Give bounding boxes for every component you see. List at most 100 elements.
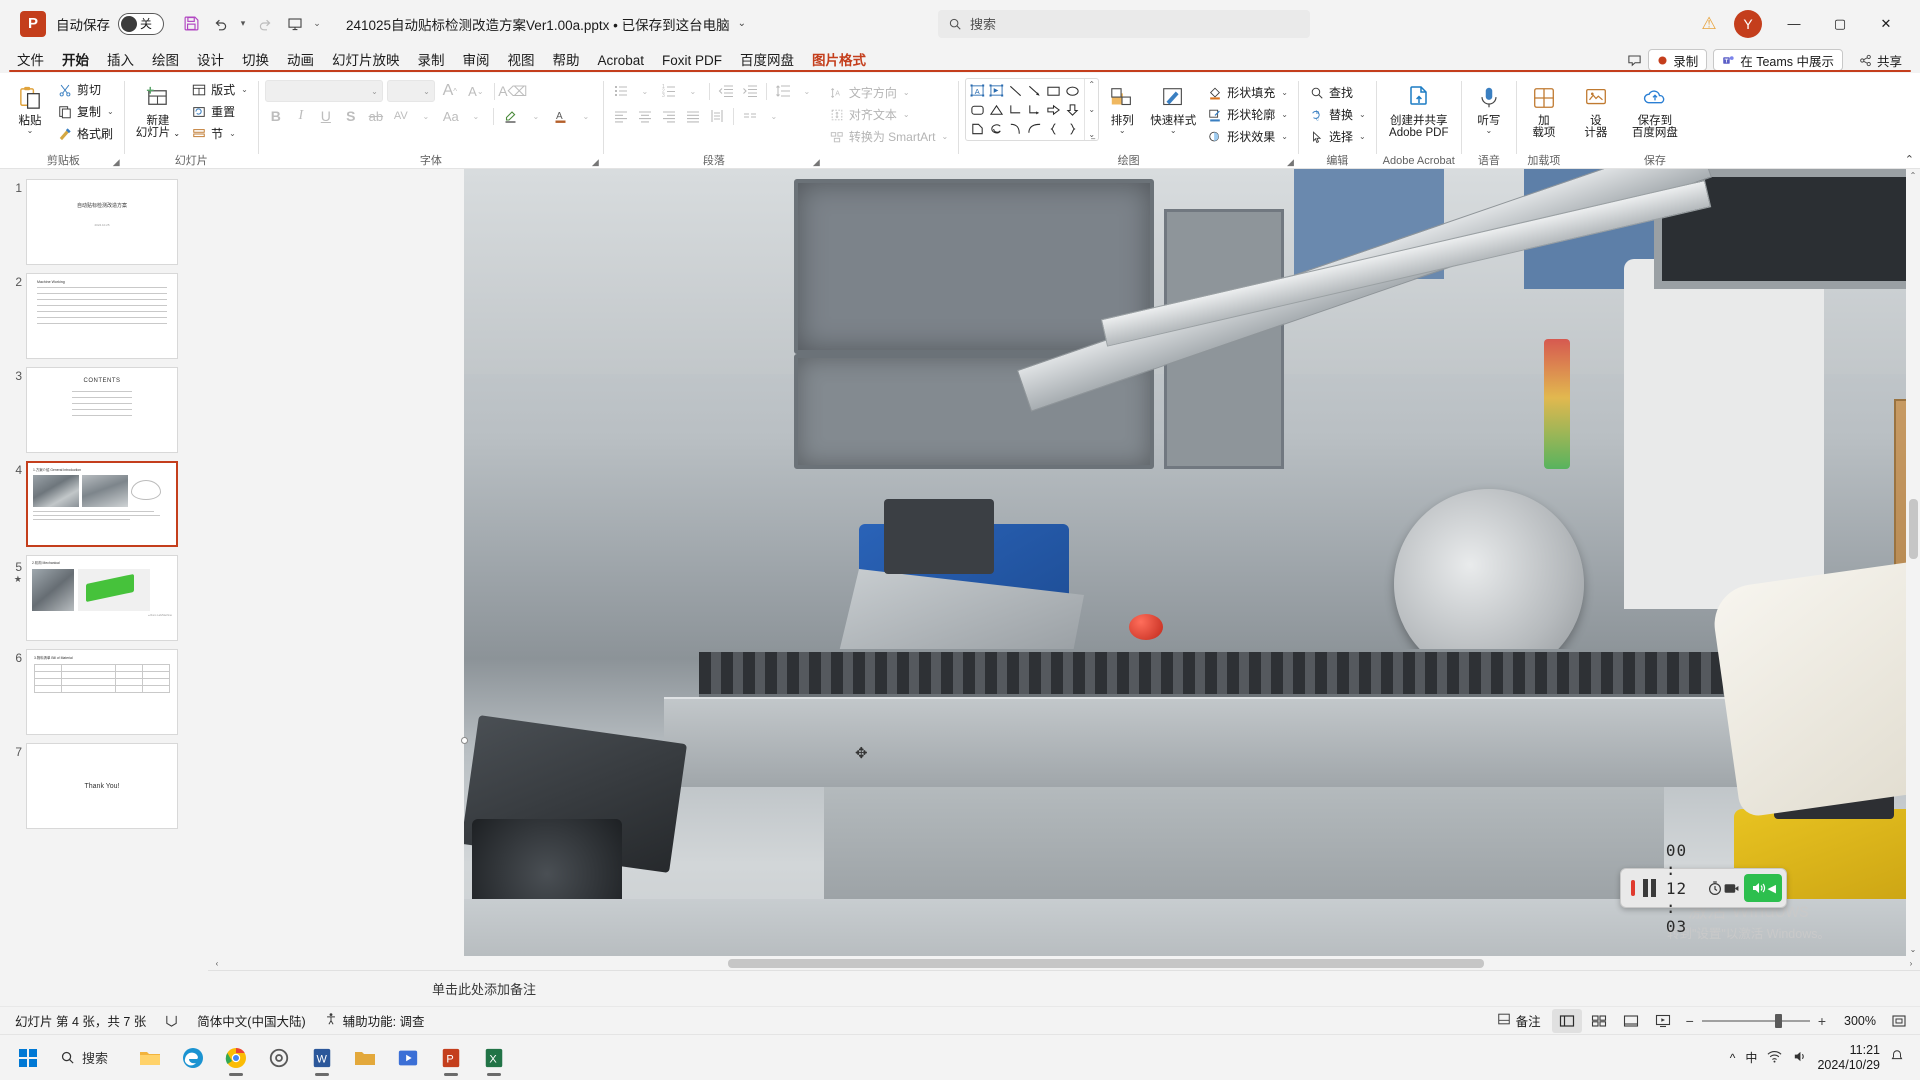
thumbnail-item-7[interactable]: 7 Thank You! <box>0 739 208 833</box>
pause-recording-icon[interactable] <box>1642 879 1656 897</box>
undo-icon[interactable] <box>206 9 236 39</box>
shape-outline-button[interactable]: 形状轮廓 ⌄ <box>1203 104 1292 125</box>
fit-to-window-icon[interactable] <box>1884 1009 1914 1033</box>
scroll-left-icon[interactable]: ‹ <box>210 959 224 968</box>
decrease-indent-icon[interactable] <box>715 80 737 102</box>
text-direction-button[interactable]: A 文字方向 ⌄ <box>825 82 952 103</box>
clear-formatting-icon[interactable]: A⌫ <box>498 80 527 102</box>
language-indicator[interactable]: 简体中文(中国大陆) <box>188 1009 314 1033</box>
save-to-baidu-netdisk-button[interactable]: 保存到 百度网盘 <box>1627 78 1683 139</box>
shape-outline-caret[interactable]: ⌄ <box>1281 110 1288 119</box>
quick-styles-caret[interactable]: ⌄ <box>1170 126 1177 135</box>
slide-sorter-icon[interactable] <box>1584 1009 1614 1033</box>
font-color-icon[interactable]: A <box>550 105 572 127</box>
textbox-shape[interactable]: A <box>968 81 987 100</box>
arrow-textbox-shape[interactable] <box>987 81 1006 100</box>
animation-star-icon[interactable]: ★ <box>4 574 22 585</box>
slide-show-icon[interactable] <box>1648 1009 1678 1033</box>
font-dialog-launcher[interactable]: ◢ <box>592 157 599 168</box>
slide-picture[interactable] <box>464 169 1920 956</box>
tray-chevron-icon[interactable]: ^ <box>1730 1051 1736 1065</box>
character-spacing-icon[interactable]: AV <box>390 105 412 127</box>
scroll-up-icon[interactable]: ⌃ <box>1906 171 1920 180</box>
folder-icon[interactable] <box>345 1038 385 1078</box>
notification-center-icon[interactable] <box>1890 1049 1904 1066</box>
rounded-rect-shape[interactable] <box>968 100 987 119</box>
zoom-knob[interactable] <box>1774 1013 1782 1028</box>
rectangle-shape[interactable] <box>1044 81 1063 100</box>
tab-picture-format[interactable]: 图片格式 <box>803 51 875 73</box>
right-block-arrow-shape[interactable] <box>1044 100 1063 119</box>
grow-font-icon[interactable]: A ^ <box>439 80 461 102</box>
scroll-right-icon[interactable]: › <box>1904 959 1918 968</box>
find-button[interactable]: 查找 <box>1305 82 1370 103</box>
shape-fill-caret[interactable]: ⌄ <box>1281 88 1288 97</box>
maximize-button[interactable]: ▢ <box>1818 6 1862 42</box>
record-button[interactable]: 录制 <box>1648 49 1708 71</box>
slide-vertical-scrollbar[interactable]: ⌃ ⌄ <box>1906 169 1920 956</box>
numbering-caret[interactable]: ⌄ <box>682 80 704 102</box>
text-direction-caret[interactable]: ⌄ <box>903 88 910 97</box>
numbering-icon[interactable]: 123 <box>658 80 680 102</box>
line-shape[interactable] <box>1006 81 1025 100</box>
line-spacing-icon[interactable] <box>772 80 794 102</box>
arrow-shape[interactable] <box>1025 81 1044 100</box>
avatar[interactable]: Y <box>1733 9 1762 38</box>
oval-shape[interactable] <box>1063 81 1082 100</box>
columns-icon[interactable] <box>739 105 761 127</box>
paste-caret[interactable]: ⌄ <box>27 126 34 135</box>
copy-caret[interactable]: ⌄ <box>107 107 114 116</box>
taskbar-clock[interactable]: 11:21 2024/10/29 <box>1817 1043 1880 1073</box>
arrange-button[interactable]: 排列 ⌄ <box>1101 78 1143 135</box>
slide-count[interactable]: 幻灯片 第 4 张，共 7 张 <box>6 1009 155 1033</box>
timer-icon[interactable] <box>1707 875 1723 901</box>
shrink-font-icon[interactable]: A ⌄ <box>465 80 487 102</box>
character-spacing-caret[interactable]: ⌄ <box>415 105 437 127</box>
notes-button[interactable]: 备注 <box>1488 1009 1550 1033</box>
thumbnail-1[interactable]: 自动贴标检测改造方案 2024.10.25 <box>26 179 178 265</box>
shapes-gallery-scrollbar[interactable]: ⌃ ⌄ ⌄̲ <box>1084 79 1098 140</box>
change-case-caret[interactable]: ⌄ <box>465 105 487 127</box>
undo-dropdown-caret[interactable]: ▾ <box>236 9 250 39</box>
spell-check-icon[interactable] <box>155 1009 188 1033</box>
text-highlight-icon[interactable] <box>500 105 522 127</box>
quick-styles-button[interactable]: 快速样式 ⌄ <box>1145 78 1201 135</box>
right-brace-shape[interactable] <box>1063 119 1082 138</box>
thumbnail-3[interactable]: CONTENTS <box>26 367 178 453</box>
thumbnail-item-4[interactable]: 4 1.方案介绍 General Introduction <box>0 457 208 551</box>
shape-effects-caret[interactable]: ⌄ <box>1281 132 1288 141</box>
justify-icon[interactable] <box>682 105 704 127</box>
taskbar-search[interactable]: 搜索 <box>48 1042 120 1074</box>
shapes-more-icon[interactable]: ⌄̲ <box>1085 130 1098 139</box>
thumbnail-5[interactable]: 2.机构 Mechanical ● Runs Lab/Machine <box>26 555 178 641</box>
settings-icon[interactable] <box>259 1038 299 1078</box>
start-presentation-icon[interactable] <box>280 9 310 39</box>
stop-recording-icon[interactable] <box>1631 880 1635 896</box>
autosave-toggle[interactable]: 关 <box>118 12 164 35</box>
dictate-caret[interactable]: ⌄ <box>1485 126 1492 135</box>
windows-start-icon[interactable] <box>8 1038 48 1078</box>
shape-fill-button[interactable]: 形状填充 ⌄ <box>1203 82 1292 103</box>
strikethrough-icon[interactable]: ab <box>365 105 387 127</box>
powerpoint-icon[interactable]: P <box>431 1038 471 1078</box>
thumbnail-7[interactable]: Thank You! <box>26 743 178 829</box>
elbow-arrow-shape[interactable] <box>1025 100 1044 119</box>
replace-button[interactable]: bc 替换 ⌄ <box>1305 104 1370 125</box>
notes-pane[interactable]: 单击此处添加备注 <box>208 970 1920 1006</box>
recording-toolbar[interactable]: 00 : 12 : 03 ◀ <box>1620 841 1787 936</box>
camera-icon[interactable] <box>1723 875 1740 901</box>
down-block-arrow-shape[interactable] <box>1063 100 1082 119</box>
font-name-combo[interactable]: ⌄ <box>264 80 383 102</box>
edge-icon[interactable] <box>173 1038 213 1078</box>
thumbnail-item-3[interactable]: 3 CONTENTS <box>0 363 208 457</box>
document-title[interactable]: 241025自动贴标检测改造方案Ver1.00a.pptx • 已保存到这台电脑 <box>346 14 730 34</box>
scribble-shape[interactable] <box>987 119 1006 138</box>
document-title-caret[interactable]: ⌄ <box>738 18 746 29</box>
elbow-connector-shape[interactable] <box>1006 100 1025 119</box>
present-in-teams-button[interactable]: 在 Teams 中展示 <box>1713 49 1843 71</box>
italic-button[interactable]: I <box>290 105 312 127</box>
flowchart-shape[interactable] <box>968 119 987 138</box>
highlight-caret[interactable]: ⌄ <box>525 105 547 127</box>
distribute-icon[interactable] <box>706 105 728 127</box>
underline-button[interactable]: U <box>315 105 337 127</box>
